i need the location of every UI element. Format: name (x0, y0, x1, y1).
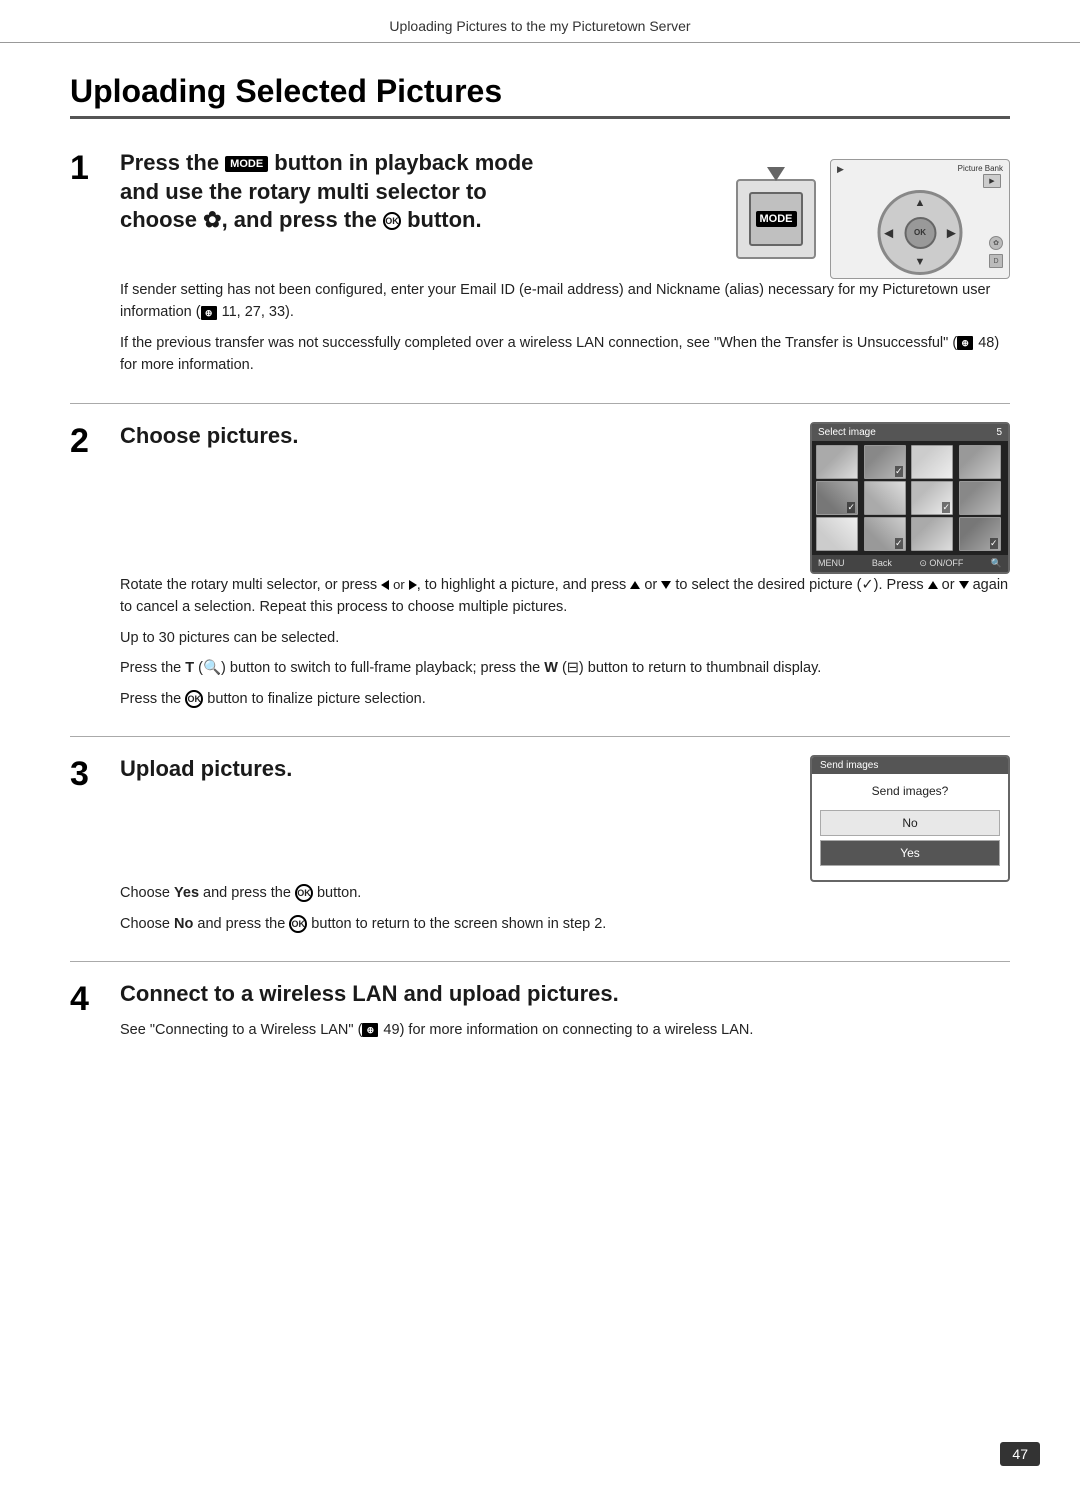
tri-right-icon-1 (409, 580, 417, 590)
step-2-right: Select image 5 (810, 422, 1010, 574)
select-image-grid (812, 441, 1008, 555)
thumb-1 (816, 445, 858, 479)
mode-kbd: MODE (225, 156, 268, 172)
t-bold: T (185, 660, 194, 676)
footer-menu-label: MENU (818, 558, 845, 568)
select-image-panel: Select image 5 (810, 422, 1010, 574)
page-number-text: 47 (1012, 1446, 1028, 1462)
step-3-divider (70, 961, 1010, 962)
thumb-3 (911, 445, 953, 479)
book-ref-icon-2: ⊕ (957, 336, 973, 350)
send-images-question: Send images? (820, 784, 1000, 798)
tri-up-icon-1 (630, 581, 640, 589)
thumb-4 (959, 445, 1001, 479)
thumb-9 (816, 517, 858, 551)
select-image-label: Select image (818, 427, 876, 438)
send-btn-no: No (820, 810, 1000, 836)
select-image-footer: MENU Back ⊙ ON/OFF 🔍 (812, 555, 1008, 572)
mode-diagram-inner: MODE (749, 192, 803, 246)
tri-up-icon-2 (928, 581, 938, 589)
page-content: Uploading Selected Pictures 1 Press the … (0, 43, 1080, 1127)
step-4-body1: See "Connecting to a Wireless LAN" (⊕ 49… (120, 1019, 1010, 1041)
step-2-divider (70, 736, 1010, 737)
step-3-heading: Upload pictures. (120, 755, 780, 784)
step-2-heading: Choose pictures. (120, 422, 780, 451)
step-2-body4: Press the OK button to finalize picture … (120, 688, 1010, 710)
step-1-heading-row: Press the MODE button in playback mode a… (120, 149, 1010, 279)
mode-button-diagram: MODE (736, 179, 816, 259)
step-1-divider (70, 403, 1010, 404)
footer-onoff-label: ⊙ ON/OFF (919, 558, 963, 569)
thumb-10 (864, 517, 906, 551)
thumb-6 (864, 481, 906, 515)
send-images-header: Send images (812, 757, 1008, 774)
title-divider (70, 116, 1010, 119)
step-1-content: Press the MODE button in playback mode a… (120, 149, 1010, 385)
footer-zoom-label: 🔍 (991, 558, 1002, 569)
tri-left-icon-1 (381, 580, 389, 590)
w-bold: W (544, 660, 558, 676)
no-label: No (174, 916, 193, 932)
mode-diagram-label: MODE (756, 211, 797, 227)
select-image-header: Select image 5 (812, 424, 1008, 441)
thumb-5 (816, 481, 858, 515)
yes-label: Yes (174, 885, 199, 901)
step-1-body2: If the previous transfer was not success… (120, 332, 1010, 377)
step-1-number: 1 (70, 149, 120, 385)
thumb-2 (864, 445, 906, 479)
step-3: 3 Upload pictures. Send images Send imag… (70, 755, 1010, 943)
thumb-7 (911, 481, 953, 515)
step-3-body2: Choose No and press the OK button to ret… (120, 913, 1010, 935)
book-ref-icon-3: ⊕ (362, 1023, 378, 1037)
step-2-heading-row: Choose pictures. Select image 5 (120, 422, 1010, 574)
step-2-number: 2 (70, 422, 120, 718)
step-3-content: Upload pictures. Send images Send images… (120, 755, 1010, 943)
page-header: Uploading Pictures to the my Picturetown… (0, 0, 1080, 43)
tri-down-icon-2 (959, 581, 969, 589)
ok-btn-1: OK (383, 212, 401, 230)
step-3-right: Send images Send images? No Yes (810, 755, 1010, 882)
ok-btn-2: OK (185, 690, 203, 708)
ok-btn-3: OK (295, 884, 313, 902)
send-images-panel: Send images Send images? No Yes (810, 755, 1010, 882)
tri-down-icon-1 (661, 581, 671, 589)
step-2-body1: Rotate the rotary multi selector, or pre… (120, 574, 1010, 619)
send-images-label: Send images (820, 760, 878, 771)
book-ref-icon-1: ⊕ (201, 306, 217, 320)
footer-back-label: Back (872, 558, 892, 568)
step-4: 4 Connect to a wireless LAN and upload p… (70, 980, 1010, 1049)
step-2: 2 Choose pictures. Select image 5 (70, 422, 1010, 718)
step-1: 1 Press the MODE button in playback mode… (70, 149, 1010, 385)
ok-btn-4: OK (289, 915, 307, 933)
select-image-count: 5 (996, 427, 1002, 438)
step-3-number: 3 (70, 755, 120, 943)
thumb-12 (959, 517, 1001, 551)
step-3-body1: Choose Yes and press the OK button. (120, 882, 1010, 904)
header-text: Uploading Pictures to the my Picturetown… (389, 18, 690, 34)
send-btn-yes: Yes (820, 840, 1000, 866)
step-1-heading: Press the MODE button in playback mode a… (120, 149, 706, 235)
camera-dial: ▲ ▼ ◀ ▶ OK (878, 190, 963, 275)
step-2-content: Choose pictures. Select image 5 (120, 422, 1010, 718)
step-2-body3: Press the T (🔍) button to switch to full… (120, 657, 1010, 679)
step-4-heading: Connect to a wireless LAN and upload pic… (120, 980, 1010, 1009)
step-1-body1: If sender setting has not been configure… (120, 279, 1010, 324)
send-images-body: Send images? No Yes (812, 774, 1008, 880)
camera-diagram: ▶ Picture Bank ▶ ▲ ▼ ◀ ▶ OK (830, 159, 1010, 279)
thumb-11 (911, 517, 953, 551)
picture-bank-label: Picture Bank (958, 164, 1003, 173)
page-title: Uploading Selected Pictures (70, 73, 1010, 110)
step-4-content: Connect to a wireless LAN and upload pic… (120, 980, 1010, 1049)
page-number: 47 (1000, 1442, 1040, 1466)
step-4-number: 4 (70, 980, 120, 1049)
thumb-8 (959, 481, 1001, 515)
step-3-heading-row: Upload pictures. Send images Send images… (120, 755, 1010, 882)
step-1-diagrams: MODE ▶ Picture Bank ▶ ▲ ▼ ◀ (736, 159, 1010, 279)
step-2-body2: Up to 30 pictures can be selected. (120, 627, 1010, 649)
